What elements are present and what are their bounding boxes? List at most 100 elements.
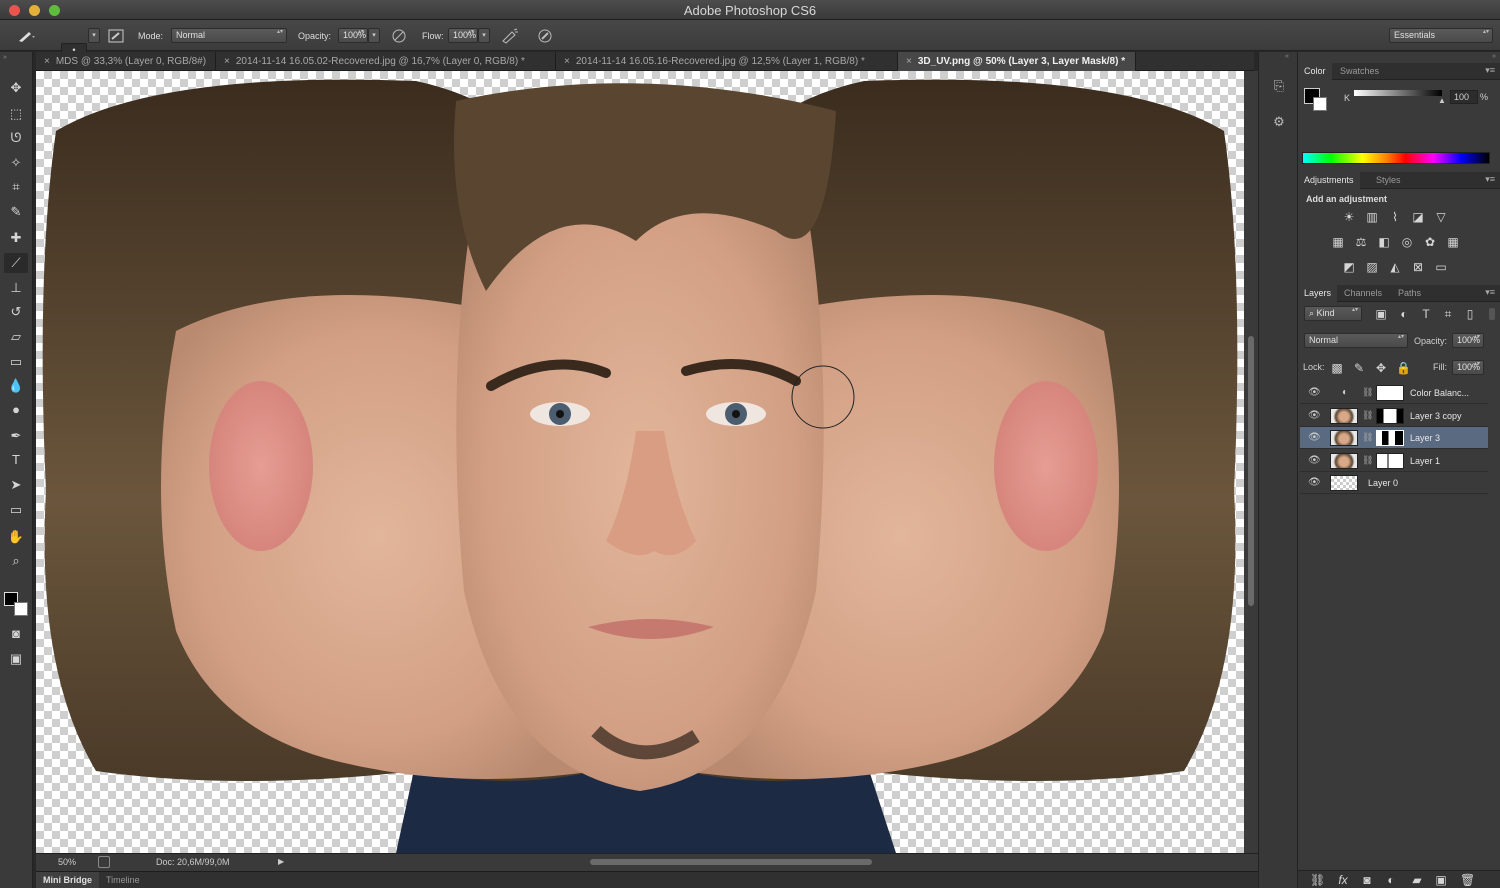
document-tab[interactable]: × 2014-11-14 16.05.02-Recovered.jpg @ 16,… bbox=[216, 52, 556, 71]
clone-stamp-icon[interactable]: ⊥ bbox=[4, 278, 28, 298]
brush-icon[interactable]: ⟋ bbox=[4, 253, 28, 273]
close-tab-icon[interactable]: × bbox=[564, 56, 570, 67]
layer-thumbnail[interactable] bbox=[1330, 408, 1358, 424]
tab-mini-bridge[interactable]: Mini Bridge bbox=[36, 872, 99, 888]
hue-saturation-icon[interactable]: ▦ bbox=[1331, 235, 1345, 249]
threshold-icon[interactable]: ◭ bbox=[1388, 260, 1402, 274]
mask-link-icon[interactable]: ⛓ bbox=[1362, 455, 1373, 466]
photo-filter-icon[interactable]: ◎ bbox=[1400, 235, 1414, 249]
flow-slider-arrow[interactable]: ▾ bbox=[478, 28, 490, 43]
mode-dropdown[interactable]: Normal bbox=[171, 28, 287, 43]
eraser-icon[interactable]: ▱ bbox=[4, 327, 28, 347]
background-color-swatch[interactable] bbox=[14, 602, 28, 616]
filter-type-icon[interactable]: T bbox=[1419, 307, 1433, 321]
rectangle-icon[interactable]: ▭ bbox=[4, 500, 28, 520]
layer-name[interactable]: Layer 3 bbox=[1410, 433, 1440, 443]
mask-link-icon[interactable]: ⛓ bbox=[1362, 387, 1373, 398]
visibility-eye-icon[interactable]: 👁 bbox=[1308, 455, 1321, 466]
channel-mixer-icon[interactable]: ✿ bbox=[1423, 235, 1437, 249]
exposure-icon[interactable]: ◪ bbox=[1411, 210, 1425, 224]
filter-smart-object-icon[interactable]: ▯ bbox=[1463, 307, 1477, 321]
filter-toggle[interactable] bbox=[1489, 308, 1495, 320]
eyedropper-icon[interactable]: ✎ bbox=[4, 202, 28, 222]
curves-icon[interactable]: ⌇ bbox=[1388, 210, 1402, 224]
color-balance-icon[interactable]: ⚖ bbox=[1354, 235, 1368, 249]
layer-row[interactable]: 👁 ⛓ Layer 1 bbox=[1300, 450, 1488, 472]
blend-mode-dropdown[interactable]: Normal bbox=[1304, 333, 1408, 348]
quick-mask-icon[interactable]: ◙ bbox=[4, 624, 28, 644]
delete-layer-icon[interactable]: 🗑 bbox=[1460, 873, 1475, 887]
workspace-switcher[interactable]: Essentials bbox=[1389, 28, 1493, 43]
layer-row[interactable]: 👁 Layer 0 bbox=[1300, 472, 1488, 494]
layer-filter-kind[interactable]: ⌕ Kind bbox=[1304, 306, 1362, 321]
color-spectrum-ramp[interactable] bbox=[1302, 152, 1490, 164]
layer-mask-thumbnail[interactable] bbox=[1376, 430, 1404, 446]
vibrance-icon[interactable]: ▽ bbox=[1434, 210, 1448, 224]
magic-wand-icon[interactable]: ✧ bbox=[4, 153, 28, 173]
brightness-contrast-icon[interactable]: ☀ bbox=[1342, 210, 1356, 224]
tab-adjustments[interactable]: Adjustments bbox=[1298, 172, 1360, 189]
color-lookup-icon[interactable]: ▦ bbox=[1446, 235, 1460, 249]
invert-icon[interactable]: ◩ bbox=[1342, 260, 1356, 274]
collapse-panels-icon[interactable]: » bbox=[1492, 53, 1496, 60]
new-group-icon[interactable]: ▰ bbox=[1410, 873, 1424, 887]
layer-name[interactable]: Layer 0 bbox=[1368, 478, 1398, 488]
levels-icon[interactable]: ▥ bbox=[1365, 210, 1379, 224]
k-value-field[interactable]: 100 bbox=[1450, 90, 1478, 104]
close-tab-icon[interactable]: × bbox=[906, 56, 912, 67]
new-adjustment-icon[interactable]: ◐ bbox=[1384, 873, 1398, 887]
document-tab[interactable]: × MDS @ 33,3% (Layer 0, RGB/8#) bbox=[36, 52, 216, 71]
document-tab[interactable]: × 2014-11-14 16.05.16-Recovered.jpg @ 12,… bbox=[556, 52, 898, 71]
history-panel-icon[interactable]: ⎘ bbox=[1271, 78, 1287, 94]
k-slider[interactable] bbox=[1354, 90, 1442, 96]
marquee-icon[interactable]: ⬚ bbox=[4, 104, 28, 124]
status-menu-arrow-icon[interactable]: ▶ bbox=[278, 857, 284, 866]
layer-name[interactable]: Color Balanc... bbox=[1410, 388, 1469, 398]
gradient-map-icon[interactable]: ▭ bbox=[1434, 260, 1448, 274]
visibility-eye-icon[interactable]: 👁 bbox=[1308, 432, 1321, 443]
layer-opacity-field[interactable]: 100% bbox=[1452, 333, 1484, 348]
layer-name[interactable]: Layer 3 copy bbox=[1410, 411, 1462, 421]
layer-thumbnail[interactable] bbox=[1330, 430, 1358, 446]
tab-styles[interactable]: Styles bbox=[1370, 172, 1407, 189]
hand-icon[interactable]: ✋ bbox=[4, 527, 28, 547]
close-tab-icon[interactable]: × bbox=[44, 56, 50, 67]
visibility-eye-icon[interactable]: 👁 bbox=[1308, 410, 1321, 421]
tab-paths[interactable]: Paths bbox=[1392, 285, 1427, 302]
panel-menu-icon[interactable]: ▾≡ bbox=[1485, 65, 1495, 76]
lock-position-icon[interactable]: ✥ bbox=[1374, 361, 1388, 375]
new-layer-icon[interactable]: ▣ bbox=[1434, 873, 1448, 887]
zoom-icon[interactable]: ⌕ bbox=[4, 551, 28, 571]
pressure-opacity-icon[interactable] bbox=[390, 20, 408, 51]
lock-image-icon[interactable]: ✎ bbox=[1352, 361, 1366, 375]
gradient-icon[interactable]: ▭ bbox=[4, 352, 28, 372]
path-selection-icon[interactable]: ➤ bbox=[4, 475, 28, 495]
tab-color[interactable]: Color bbox=[1298, 63, 1332, 80]
lock-all-icon[interactable]: 🔒 bbox=[1396, 361, 1411, 375]
layer-row[interactable]: 👁 ⛓ Layer 3 copy bbox=[1300, 405, 1488, 427]
link-layers-icon[interactable]: ⛓ bbox=[1310, 873, 1325, 887]
layer-name[interactable]: Layer 1 bbox=[1410, 456, 1440, 466]
tab-timeline[interactable]: Timeline bbox=[106, 875, 140, 885]
zoom-level[interactable]: 50% bbox=[58, 857, 76, 867]
brush-panel-toggle-icon[interactable] bbox=[108, 20, 124, 51]
layer-mask-thumbnail[interactable] bbox=[1376, 408, 1404, 424]
visibility-eye-icon[interactable]: 👁 bbox=[1308, 477, 1321, 488]
move-icon[interactable]: ✥ bbox=[4, 78, 28, 98]
collapse-dock-icon[interactable]: « bbox=[1285, 53, 1289, 60]
vertical-scrollbar[interactable] bbox=[1244, 71, 1258, 853]
tab-channels[interactable]: Channels bbox=[1338, 285, 1388, 302]
panel-menu-icon[interactable]: ▾≡ bbox=[1485, 287, 1495, 298]
vertical-scroll-thumb[interactable] bbox=[1248, 336, 1254, 606]
opacity-field[interactable]: 100% bbox=[338, 28, 368, 43]
tab-layers[interactable]: Layers bbox=[1298, 285, 1338, 302]
filter-pixel-icon[interactable]: ▣ bbox=[1374, 307, 1388, 321]
layer-mask-thumbnail[interactable] bbox=[1376, 453, 1404, 469]
brush-tool-preset-icon[interactable] bbox=[16, 20, 38, 51]
brush-picker-arrow[interactable]: ▾ bbox=[88, 28, 100, 43]
layer-mask-thumbnail[interactable] bbox=[1376, 385, 1404, 401]
screen-mode-icon[interactable]: ▣ bbox=[4, 649, 28, 669]
background-color-chip[interactable] bbox=[1313, 97, 1327, 111]
opacity-slider-arrow[interactable]: ▾ bbox=[368, 28, 380, 43]
selective-color-icon[interactable]: ⊠ bbox=[1411, 260, 1425, 274]
